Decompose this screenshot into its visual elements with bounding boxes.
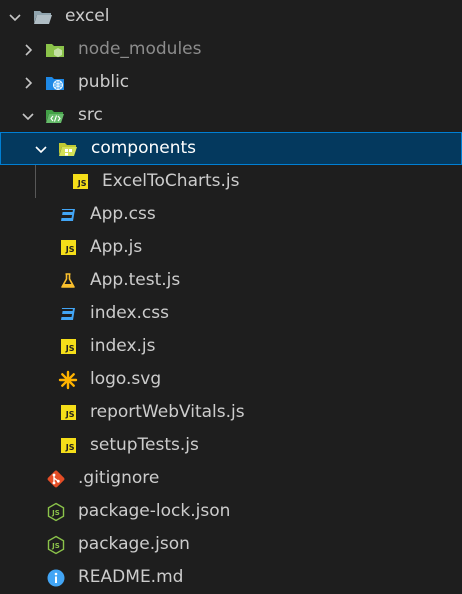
tree-item-label: README.md [78, 567, 184, 587]
public-folder-icon [45, 73, 65, 93]
tree-item-label: components [91, 138, 197, 158]
node-folder-icon [45, 40, 65, 60]
tree-item-label: excel [65, 6, 110, 26]
info-icon [46, 568, 66, 588]
js-file-icon: JS [58, 403, 78, 423]
chevron-down-icon[interactable] [33, 141, 49, 157]
js-file-icon: JS [58, 436, 78, 456]
tree-item-file[interactable]: .gitignore [0, 462, 462, 495]
tree-item-file[interactable]: JS index.js [0, 330, 462, 363]
js-file-icon: JS [58, 238, 78, 258]
tree-item-components-folder[interactable]: components [0, 132, 462, 165]
tree-item-label: package-lock.json [78, 501, 231, 521]
js-file-icon: JS [70, 172, 90, 192]
tree-item-file[interactable]: JS package.json [0, 528, 462, 561]
css-file-icon [58, 205, 78, 225]
css-file-icon [58, 304, 78, 324]
js-file-icon: JS [58, 337, 78, 357]
node-json-icon: JS [46, 502, 66, 522]
tree-item-label: App.css [90, 204, 156, 224]
tree-item-label: App.js [90, 237, 143, 257]
tree-item-file[interactable]: JS setupTests.js [0, 429, 462, 462]
tree-item-label: src [78, 105, 103, 125]
tree-item-label: setupTests.js [90, 435, 199, 455]
tree-item-file[interactable]: App.test.js [0, 264, 462, 297]
tree-item-label: index.css [90, 303, 169, 323]
tree-item-label: .gitignore [78, 468, 160, 488]
chevron-right-icon[interactable] [20, 42, 36, 58]
file-explorer-tree: excel node_modules public src components [0, 0, 462, 593]
chevron-right-icon[interactable] [20, 75, 36, 91]
git-icon [46, 469, 66, 489]
tree-item-label: public [78, 72, 130, 92]
tree-item-file[interactable]: JS App.js [0, 231, 462, 264]
components-folder-icon [58, 139, 78, 159]
tree-item-label: node_modules [78, 39, 202, 59]
tree-item-file[interactable]: JS ExcelToCharts.js [0, 165, 462, 198]
tree-item-label: package.json [78, 534, 190, 554]
test-flask-icon [58, 271, 78, 291]
folder-open-icon [33, 7, 53, 27]
tree-item-excel-folder[interactable]: excel [0, 0, 462, 33]
tree-item-file[interactable]: logo.svg [0, 363, 462, 396]
tree-item-label: index.js [90, 336, 156, 356]
tree-item-file[interactable]: README.md [0, 561, 462, 594]
tree-item-label: App.test.js [90, 270, 181, 290]
svg-text:JS: JS [51, 542, 60, 550]
tree-item-label: reportWebVitals.js [90, 402, 245, 422]
svg-text:JS: JS [51, 509, 60, 517]
chevron-down-icon[interactable] [7, 9, 23, 25]
svg-file-icon [58, 370, 78, 390]
tree-item-file[interactable]: index.css [0, 297, 462, 330]
node-json-icon: JS [46, 535, 66, 555]
tree-item-node-modules-folder[interactable]: node_modules [0, 33, 462, 66]
tree-item-label: ExcelToCharts.js [102, 171, 240, 191]
tree-item-file[interactable]: JS package-lock.json [0, 495, 462, 528]
tree-item-file[interactable]: JS reportWebVitals.js [0, 396, 462, 429]
tree-item-file[interactable]: App.css [0, 198, 462, 231]
tree-item-label: logo.svg [90, 369, 162, 389]
src-folder-icon [45, 106, 65, 126]
tree-item-src-folder[interactable]: src [0, 99, 462, 132]
chevron-down-icon[interactable] [20, 108, 36, 124]
tree-item-public-folder[interactable]: public [0, 66, 462, 99]
